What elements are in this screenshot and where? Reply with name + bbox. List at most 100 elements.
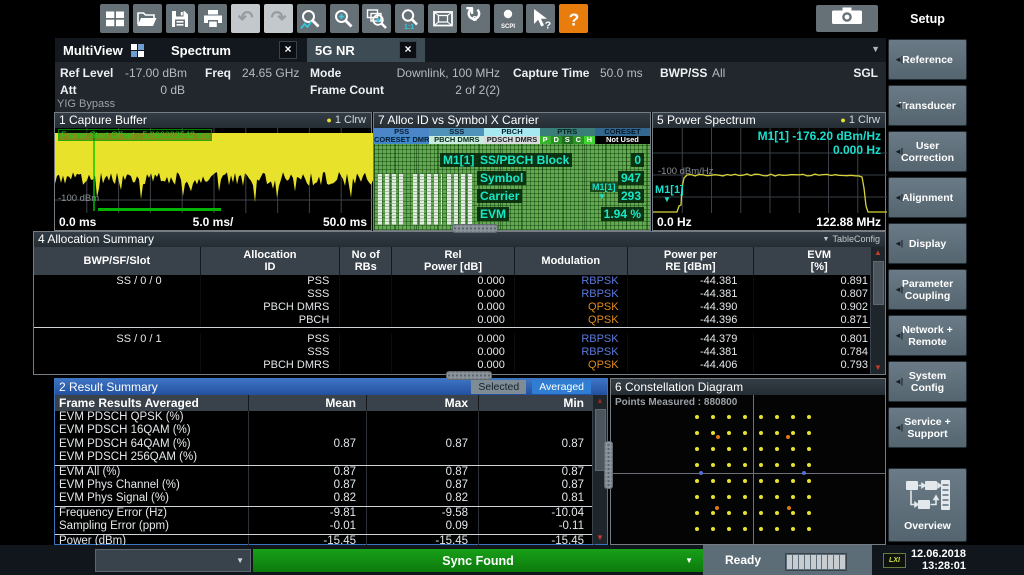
scroll-up-icon[interactable]: ▲ (593, 396, 607, 406)
table-row[interactable]: EVM PDSCH 256QAM (%) (55, 451, 607, 464)
constellation-plot[interactable]: Points Measured : 880800 (611, 395, 885, 544)
tab-close-icon[interactable]: × (279, 41, 297, 59)
table-row[interactable]: EVM Phys Channel (%)0.870.870.87 (55, 479, 607, 492)
table-row[interactable]: EVM Phys Signal (%)0.820.820.81 (55, 492, 607, 505)
undo-button[interactable]: ↶ (231, 4, 260, 33)
view-tab-averaged[interactable]: Averaged (532, 380, 591, 394)
help-button[interactable]: ? (559, 4, 588, 33)
svg-text:?: ? (545, 19, 551, 31)
column-header[interactable]: AllocationID (201, 247, 341, 275)
open-file-button[interactable] (133, 4, 162, 33)
trace1-label: 1 Clrw (849, 113, 880, 128)
table-row[interactable]: EVM All (%)0.870.870.87 (55, 466, 607, 479)
tab-multiview[interactable]: MultiView (55, 38, 161, 62)
table-row[interactable]: SSS0.000RBPSK-44.3810.807 (34, 288, 885, 301)
frame-count-value[interactable]: 2 of 2(2) (355, 83, 500, 97)
softkey-parameter-coupling[interactable]: ◄|ParameterCoupling (888, 269, 967, 310)
column-header[interactable]: Mean (249, 395, 367, 411)
softkey-reference[interactable]: ◄|Reference (888, 39, 967, 80)
tab-close-icon[interactable]: × (399, 41, 417, 59)
sweep-refresh-button[interactable]: ↻s (461, 4, 490, 33)
column-header[interactable]: Min (479, 395, 595, 411)
capture-buffer-title-bar[interactable]: 1 Capture Buffer ● 1 Clrw (55, 113, 371, 128)
table-row[interactable]: SSS0.000RBPSK-44.3810.784 (34, 346, 885, 359)
ref-level-line-label: -100 dBm (58, 193, 99, 204)
constellation-title-bar[interactable]: 6 Constellation Diagram (611, 379, 885, 395)
tab-5g-nr[interactable]: 5G NR× (307, 38, 425, 62)
table-row[interactable]: SS / 0 / 0PSS0.000RBPSK-44.3810.891 (34, 275, 885, 288)
power-spectrum-plot[interactable]: M1[1] -176.20 dBm/Hz 0.000 Hz -100 dBm/H… (653, 128, 885, 214)
screenshot-button[interactable] (816, 5, 878, 32)
softkey-user-correction[interactable]: ◄|UserCorrection (888, 131, 967, 172)
scroll-down-icon[interactable]: ▼ (871, 363, 885, 373)
att-value[interactable]: 0 dB (125, 83, 185, 97)
column-header[interactable]: No ofRBs (340, 247, 392, 275)
allocation-summary-scrollbar[interactable]: ▲ ▼ (870, 247, 885, 374)
allocation-summary-title-bar[interactable]: 4 Allocation Summary ▼ TableConfig (34, 232, 885, 247)
marker-info-value: 1.94 % (601, 207, 644, 221)
column-header[interactable]: BWP/SF/Slot (34, 247, 201, 275)
result-summary-title-bar[interactable]: 2 Result Summary SelectedAveraged (55, 379, 607, 395)
channel-info-bar[interactable]: Ref Level -17.00 dBm Freq 24.65 GHz Mode… (55, 62, 886, 112)
tab-spectrum[interactable]: Spectrum× (163, 38, 305, 62)
power-spectrum-title-bar[interactable]: 5 Power Spectrum ● 1 Clrw (653, 113, 885, 128)
tab-overflow-button[interactable]: ▼ (871, 44, 880, 54)
status-dropdown[interactable]: ▼ (95, 549, 251, 572)
horizontal-splitter-handle[interactable] (446, 371, 492, 380)
column-header[interactable]: EVM[%] (754, 247, 885, 275)
context-help-button[interactable]: ? (526, 4, 555, 33)
ref-level-value[interactable]: -17.00 dBm (125, 66, 187, 80)
chevron-down-icon: ▼ (823, 232, 830, 247)
fullscreen-frame-button[interactable] (428, 4, 457, 33)
constellation-point (711, 463, 715, 467)
zoom-windows-button[interactable] (362, 4, 391, 33)
vertical-splitter-handle[interactable] (604, 441, 613, 489)
sync-status-bar[interactable]: Sync Found ▼ (253, 549, 703, 572)
alloc-map-title-bar[interactable]: 7 Alloc ID vs Symbol X Carrier (374, 113, 650, 128)
softkey-display[interactable]: ◄|Display (888, 223, 967, 264)
scroll-up-icon[interactable]: ▲ (871, 248, 885, 258)
table-row[interactable]: EVM PDSCH 64QAM (%)0.870.870.87 (55, 438, 607, 451)
table-row[interactable]: PBCH0.000QPSK-44.3960.871 (34, 314, 885, 327)
zoom-one-to-one-button[interactable]: 1:1 (395, 4, 424, 33)
view-tab-selected[interactable]: Selected (471, 380, 526, 394)
print-button[interactable] (198, 4, 227, 33)
save-button[interactable] (166, 4, 195, 33)
marker-flag-label[interactable]: M1[1] (590, 182, 618, 192)
softkey-label: ParameterCoupling (902, 278, 953, 302)
table-row[interactable]: PBCH DMRS0.000QPSK-44.3900.902 (34, 301, 885, 314)
mode-value[interactable]: Downlink, 100 MHz (355, 66, 500, 80)
alloc-map-plot[interactable]: M1[1] SS/PBCH Block 0 Symbol 947 Carrier… (374, 144, 650, 230)
constellation-point (695, 527, 699, 531)
table-row[interactable]: Sampling Error (ppm)-0.010.09-0.11 (55, 520, 607, 533)
capture-buffer-plot[interactable]: Frame Start Offset : 5.966023542 ms -100… (55, 128, 371, 214)
scroll-down-icon[interactable]: ▼ (593, 533, 607, 543)
constellation-point (807, 495, 811, 499)
softkey-transducer[interactable]: ◄|Transducer (888, 85, 967, 126)
softkey-service-support[interactable]: ◄|Service +Support (888, 407, 967, 448)
softkey-overview[interactable]: Overview (888, 468, 967, 542)
windows-logo-button[interactable] (100, 4, 129, 33)
capture-time-value[interactable]: 50.0 ms (600, 66, 643, 80)
freq-value[interactable]: 24.65 GHz (242, 66, 299, 80)
table-row[interactable]: EVM PDSCH QPSK (%) (55, 411, 607, 424)
bwp-ss-value[interactable]: All (712, 66, 725, 80)
zoom-trace-button[interactable] (297, 4, 326, 33)
softkey-network-remote[interactable]: ◄|Network +Remote (888, 315, 967, 356)
scrollbar-thumb[interactable] (873, 261, 884, 305)
table-row[interactable]: EVM PDSCH 16QAM (%) (55, 424, 607, 437)
redo-button[interactable]: ↷ (264, 4, 293, 33)
column-header[interactable]: Modulation (515, 247, 628, 275)
scpi-recorder-button[interactable]: SCPI (494, 4, 523, 33)
zoom-select-button[interactable] (330, 4, 359, 33)
softkey-system-config[interactable]: ◄|SystemConfig (888, 361, 967, 402)
table-row[interactable]: Frequency Error (Hz)-9.81-9.58-10.04 (55, 507, 607, 520)
column-header[interactable]: Frame Results Averaged (55, 395, 249, 411)
horizontal-splitter-handle[interactable] (452, 224, 498, 233)
table-row[interactable]: SS / 0 / 1PSS0.000RBPSK-44.3790.801 (34, 333, 885, 346)
column-header[interactable]: Power perRE [dBm] (628, 247, 755, 275)
softkey-alignment[interactable]: ◄|Alignment (888, 177, 967, 218)
column-header[interactable]: RelPower [dB] (392, 247, 515, 275)
column-header[interactable]: Max (367, 395, 479, 411)
table-config-button[interactable]: ▼ TableConfig (823, 232, 885, 247)
